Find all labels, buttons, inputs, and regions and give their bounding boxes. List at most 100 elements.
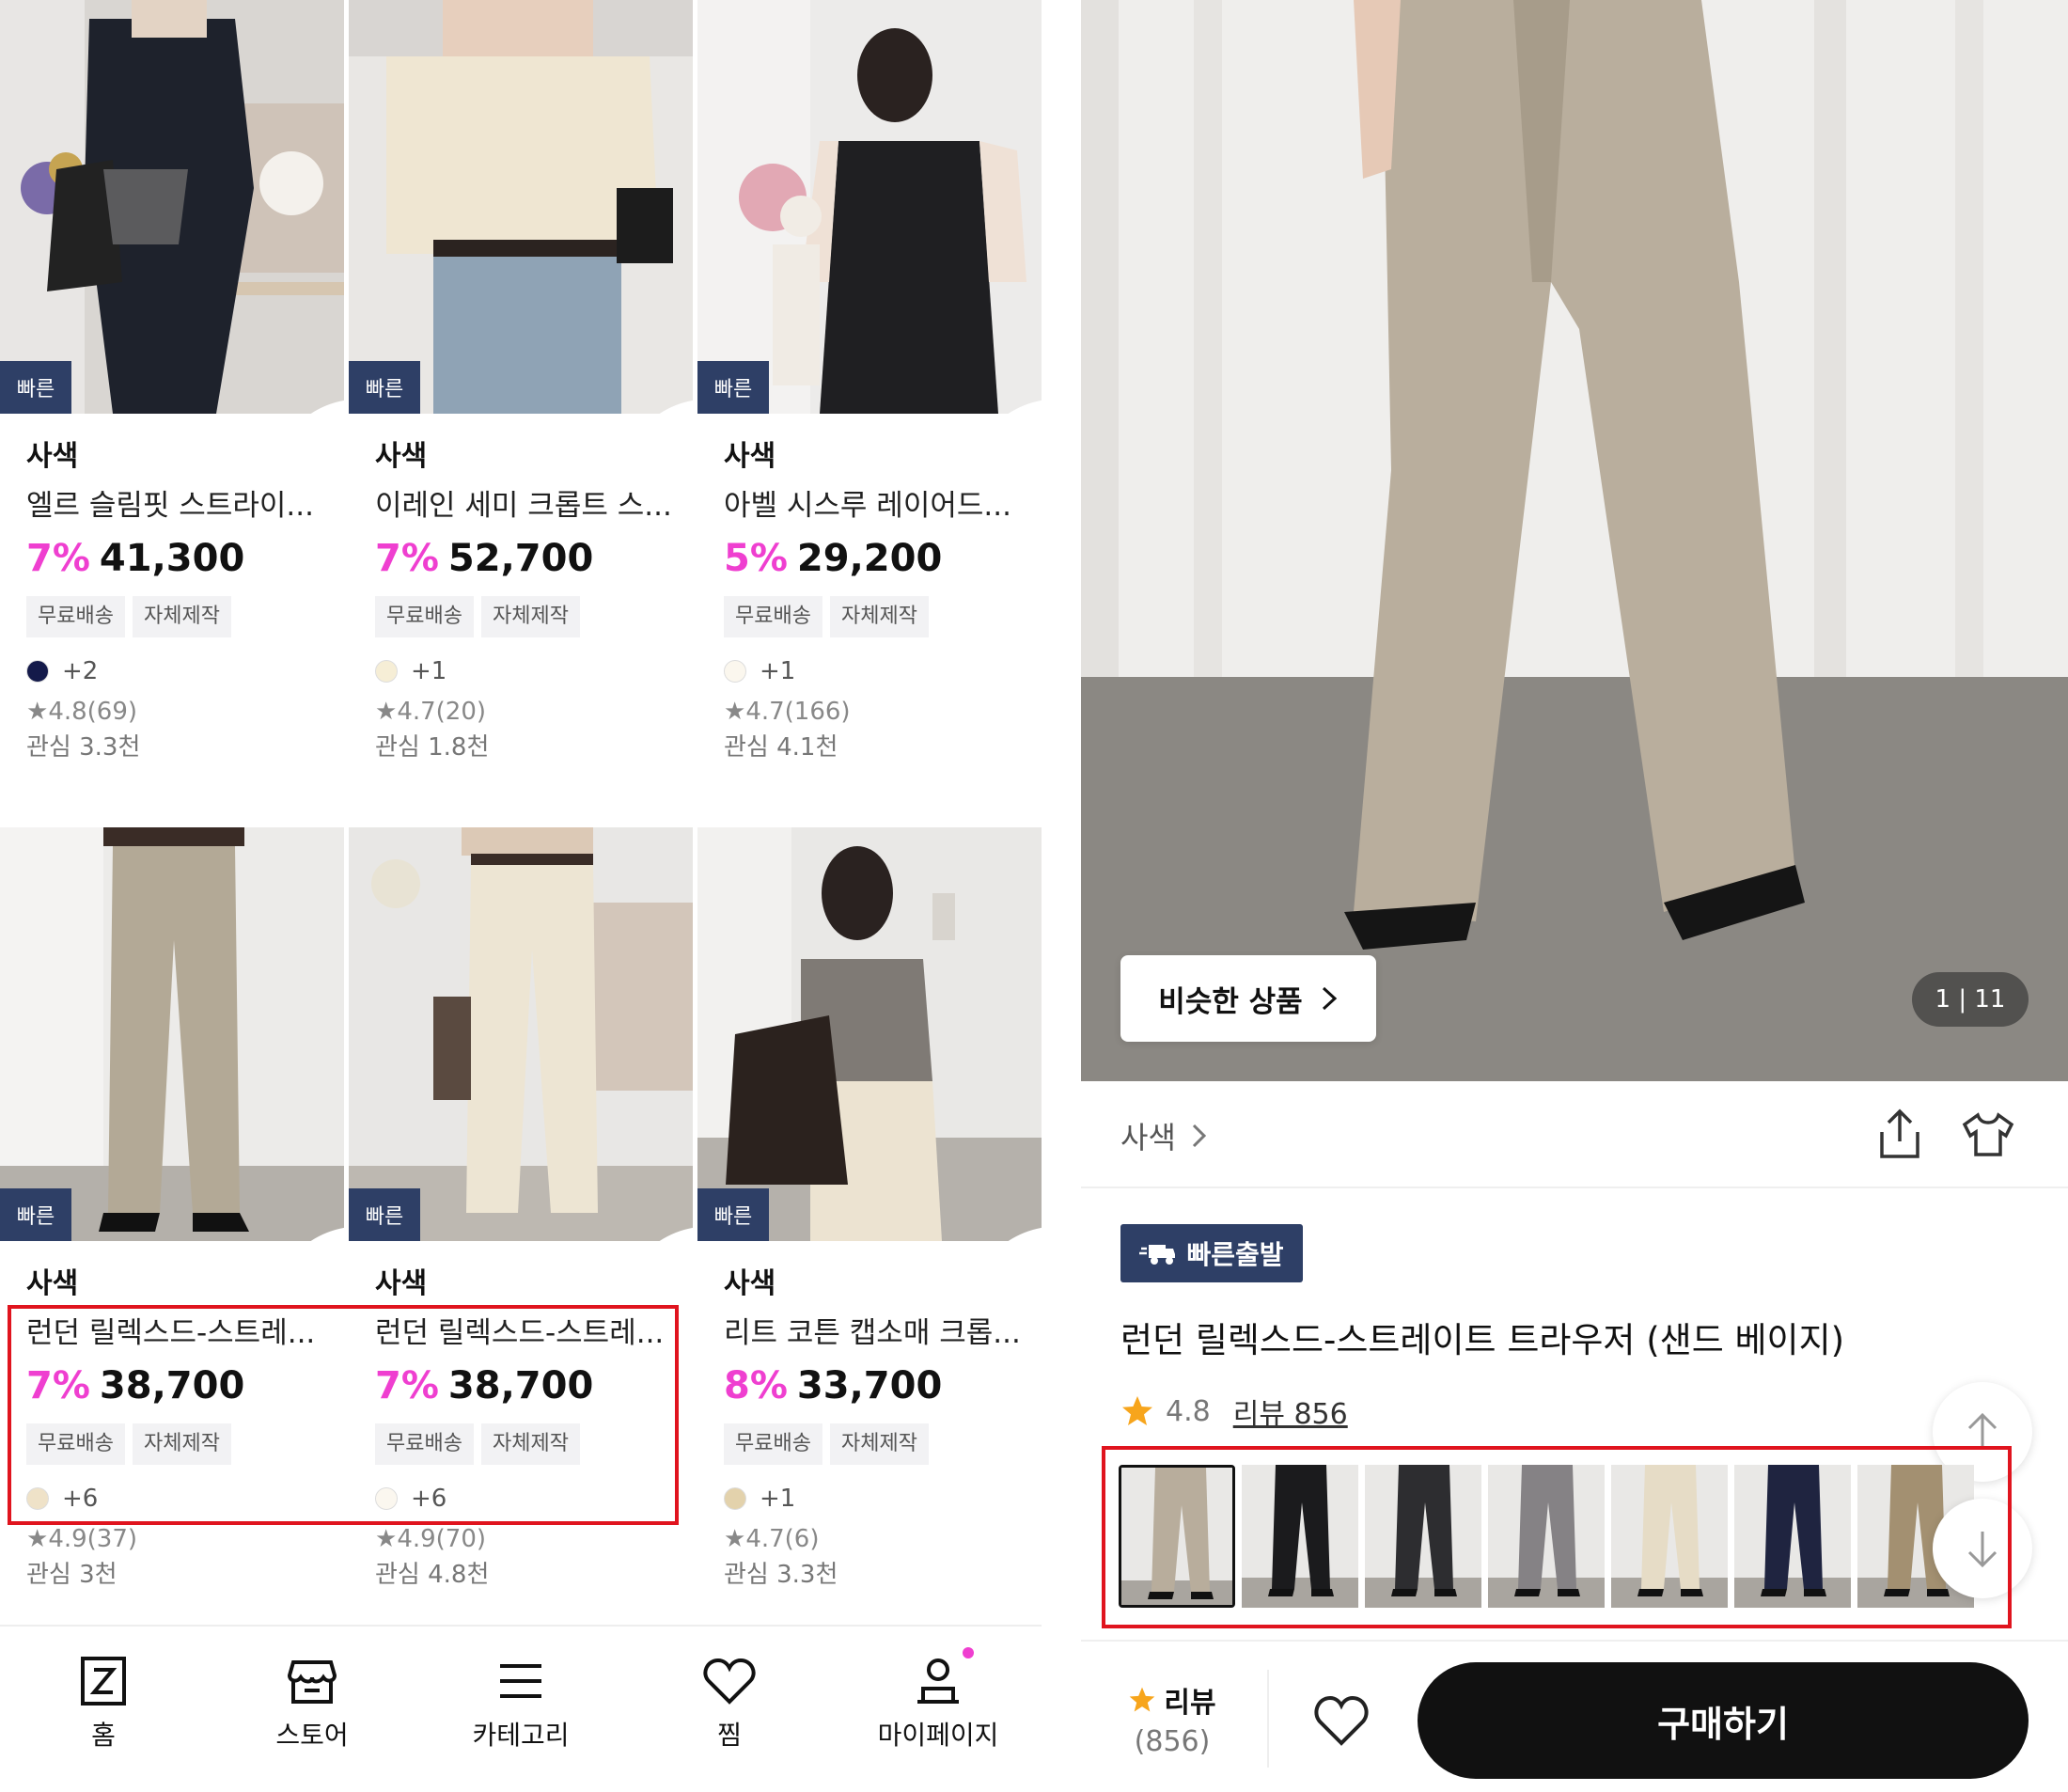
brand-name: 사색 <box>26 1267 79 1300</box>
wishlist-heart-icon[interactable] <box>267 340 344 414</box>
nav-wishlist[interactable]: 찜 <box>635 1651 823 1754</box>
review-summary-button[interactable]: 리뷰 (856) <box>1120 1679 1224 1764</box>
likes-count: 관심 1.8천 <box>375 733 490 762</box>
price-row: 8% 33,700 <box>724 1361 1042 1410</box>
nav-category[interactable]: 카테고리 <box>427 1651 615 1754</box>
tag-free-shipping: 무료배송 <box>724 1423 822 1465</box>
color-options: +2 <box>26 654 346 688</box>
tag-list: 무료배송 자체제작 <box>375 596 695 637</box>
rating: ★4.7(6) <box>724 1525 820 1553</box>
fast-delivery-badge: 빠른 <box>349 361 420 414</box>
rating-row: 4.8 리뷰 856 <box>1120 1386 1348 1437</box>
bottom-navigation: 홈 스토어 카테고리 찜 마이페이지 <box>0 1625 1042 1792</box>
brand-name: 사색 <box>724 440 776 473</box>
chevron-right-icon <box>1322 986 1337 1011</box>
likes-count: 관심 4.8천 <box>375 1561 490 1589</box>
tag-own-made: 자체제작 <box>480 596 580 637</box>
divider <box>1267 1670 1269 1768</box>
wishlist-heart-icon[interactable] <box>964 340 1042 414</box>
color-swatch <box>375 660 398 683</box>
star-icon: ★ <box>26 1525 49 1553</box>
star-icon: ★ <box>26 698 49 726</box>
rating: ★4.7(20) <box>375 698 487 726</box>
product-detail-panel: 비슷한 상품 1 | 11 사색 빠른출발 런던 릴렉스드-스트레이트 트라우저… <box>1081 0 2068 1792</box>
product-image[interactable]: 빠른 <box>349 827 693 1241</box>
more-colors: +1 <box>760 657 796 685</box>
rating: ★4.7(166) <box>724 698 851 726</box>
product-image[interactable]: 빠른 <box>0 0 344 414</box>
wishlist-heart-icon[interactable] <box>616 340 693 414</box>
tag-own-made: 자체제작 <box>829 1423 929 1465</box>
brand-link[interactable]: 사색 <box>1120 1108 1208 1164</box>
product-name[interactable]: 아벨 시스루 레이어드... <box>724 485 1042 527</box>
product-name[interactable]: 이레인 세미 크롭트 스... <box>375 485 695 527</box>
price: 41,300 <box>99 537 245 580</box>
color-options: +1 <box>375 654 695 688</box>
product-image[interactable]: 빠른 <box>697 827 1042 1241</box>
star-icon: ★ <box>375 1525 398 1553</box>
home-z-icon <box>81 1657 126 1706</box>
price-row: 7% 52,700 <box>375 534 695 583</box>
brand-name: 사색 <box>1120 1120 1176 1155</box>
product-image[interactable]: 빠른 <box>0 827 344 1241</box>
fast-delivery-badge: 빠른 <box>697 361 769 414</box>
nav-home[interactable]: 홈 <box>9 1651 197 1754</box>
rating-value: 4.8 <box>1166 1394 1211 1428</box>
discount-rate: 8% <box>724 1364 788 1407</box>
review-count: (856) <box>1134 1725 1211 1758</box>
hero-photo-sand-trousers <box>1081 0 2068 1081</box>
price-row: 7% 41,300 <box>26 534 346 583</box>
star-icon <box>1122 1396 1152 1425</box>
buy-button[interactable]: 구매하기 <box>1418 1662 2029 1779</box>
discount-rate: 7% <box>375 537 439 580</box>
likes-count: 관심 3.3천 <box>26 733 141 762</box>
rating: ★4.9(37) <box>26 1525 138 1553</box>
product-info: 사색 엘르 슬림핏 스트라이... 7% 41,300 무료배송 자체제작 +2 ★… <box>26 438 346 765</box>
main-product-image[interactable] <box>1081 0 2068 1081</box>
tag-free-shipping: 무료배송 <box>375 596 474 637</box>
highlight-box-thumbnails <box>1102 1446 2012 1628</box>
fast-shipping-label: 빠른출발 <box>1186 1239 1284 1270</box>
notification-dot <box>963 1647 974 1658</box>
person-icon <box>917 1658 959 1704</box>
more-colors: +2 <box>62 657 99 685</box>
similar-products-button[interactable]: 비슷한 상품 <box>1120 955 1376 1042</box>
rating: ★4.8(69) <box>26 698 138 726</box>
product-info: 사색 리트 코튼 캡소매 크롭... 8% 33,700 무료배송 자체제작 +1 … <box>724 1265 1042 1593</box>
fast-shipping-badge: 빠른출발 <box>1120 1224 1303 1282</box>
price: 33,700 <box>796 1364 943 1407</box>
fast-delivery-badge: 빠른 <box>349 1188 420 1241</box>
nav-mypage[interactable]: 마이페이지 <box>844 1651 1032 1754</box>
chevron-right-icon <box>1192 1124 1207 1148</box>
wishlist-heart-icon[interactable] <box>1312 1692 1371 1747</box>
share-icon[interactable] <box>1874 1108 1925 1160</box>
product-image[interactable]: 빠른 <box>697 0 1042 414</box>
fast-delivery-badge: 빠른 <box>0 361 71 414</box>
likes-count: 관심 3.3천 <box>724 1561 838 1589</box>
price-row: 5% 29,200 <box>724 534 1042 583</box>
price: 29,200 <box>796 537 943 580</box>
product-image[interactable]: 빠른 <box>349 0 693 414</box>
divider <box>1081 1187 2068 1188</box>
fast-delivery-badge: 빠른 <box>697 1188 769 1241</box>
product-name[interactable]: 엘르 슬림핏 스트라이... <box>26 485 346 527</box>
color-options: +1 <box>724 1482 1042 1516</box>
store-icon <box>287 1660 337 1704</box>
discount-rate: 5% <box>724 537 788 580</box>
divider <box>1081 1640 2068 1642</box>
brand-name: 사색 <box>26 440 79 473</box>
star-icon <box>1130 1687 1155 1712</box>
listing-panel: 빠른 사색 엘르 슬림핏 스트라이... 7% 41,300 무료배송 자체제작 +… <box>0 0 1042 1792</box>
highlight-box-listing <box>8 1305 679 1525</box>
nav-store[interactable]: 스토어 <box>218 1651 406 1754</box>
review-link[interactable]: 리뷰 856 <box>1233 1391 1348 1432</box>
wishlist-heart-icon[interactable] <box>616 1168 693 1241</box>
color-swatch <box>26 660 49 683</box>
wishlist-heart-icon[interactable] <box>267 1168 344 1241</box>
product-info: 사색 이레인 세미 크롭트 스... 7% 52,700 무료배송 자체제작 +1 … <box>375 438 695 765</box>
wishlist-heart-icon[interactable] <box>964 1168 1042 1241</box>
tshirt-icon[interactable] <box>1961 1108 2015 1160</box>
product-name[interactable]: 리트 코튼 캡소매 크롭... <box>724 1313 1042 1354</box>
star-icon: ★ <box>724 698 746 726</box>
likes-count: 관심 3천 <box>26 1561 118 1589</box>
